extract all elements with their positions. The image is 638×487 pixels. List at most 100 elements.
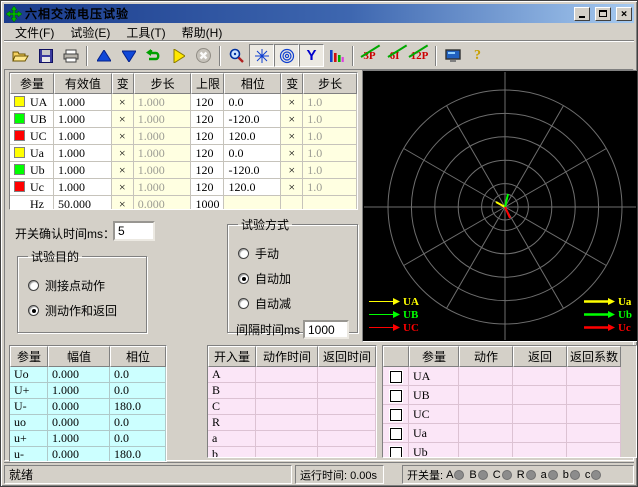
col-header-limit: 上限 xyxy=(191,73,224,94)
zoom-button[interactable] xyxy=(224,44,249,67)
phase-cell[interactable]: 0.0 xyxy=(224,145,281,162)
print-button[interactable] xyxy=(58,44,83,67)
confirm-time-input[interactable] xyxy=(113,221,155,241)
result-checkbox[interactable] xyxy=(390,428,402,440)
limit-cell[interactable]: 120 xyxy=(191,128,224,145)
source-legend-item: UC xyxy=(369,322,419,333)
vector-arrow-icon xyxy=(584,323,616,332)
vary-toggle-cell: × xyxy=(112,111,134,128)
open-button[interactable] xyxy=(8,44,33,67)
vector-label: Ub xyxy=(618,309,632,321)
channel-name-cell: b xyxy=(208,447,256,458)
save-button[interactable] xyxy=(33,44,58,67)
result-checkbox[interactable] xyxy=(390,390,402,402)
toolbar: Y 3P 6I 12P ? xyxy=(4,41,634,69)
test-mode-radio-button[interactable] xyxy=(238,273,249,284)
value-cell[interactable]: 1.000 xyxy=(54,128,112,145)
impedance-circle-toggle[interactable] xyxy=(274,44,299,67)
limit-cell[interactable]: 120 xyxy=(191,179,224,196)
value-cell[interactable]: 1.000 xyxy=(54,179,112,196)
mode-6i-button[interactable]: 6I xyxy=(382,44,407,67)
result-checkbox[interactable] xyxy=(390,371,402,383)
vector-polar-chart: UAUBUC UaUbUc xyxy=(362,70,638,342)
value-cell[interactable]: 50.000 xyxy=(54,196,112,210)
phase-cell[interactable]: 120.0 xyxy=(224,179,281,196)
value-cell[interactable]: 1.000 xyxy=(54,111,112,128)
mode-12p-button[interactable]: 12P xyxy=(407,44,432,67)
phase-cell[interactable]: 120.0 xyxy=(224,128,281,145)
sequence-value-cell: 0.0 xyxy=(110,383,166,399)
parameter-row: UC1.000×1.000120120.0×1.0 xyxy=(10,128,357,145)
value-cell[interactable]: 1.000 xyxy=(54,162,112,179)
parameter-name-cell: Uc xyxy=(10,179,54,196)
test-mode-radio-button[interactable] xyxy=(238,248,249,259)
return-time-cell xyxy=(318,415,376,431)
test-purpose-radio-button[interactable] xyxy=(28,280,39,291)
result-row: Ua xyxy=(383,424,621,443)
result-param-cell: UC xyxy=(409,405,459,424)
maximize-button[interactable] xyxy=(595,7,611,21)
limit-cell[interactable]: 120 xyxy=(191,111,224,128)
polar-legend-right: UaUbUc xyxy=(584,296,632,333)
open-folder-icon xyxy=(12,49,29,63)
menu-bar: 文件(F) 试验(E) 工具(T) 帮助(H) xyxy=(4,23,634,41)
limit-cell[interactable]: 120 xyxy=(191,94,224,111)
phase-cell xyxy=(224,196,281,210)
test-purpose-option[interactable]: 测接点动作 xyxy=(28,277,136,294)
col-header-phase: 相位 xyxy=(224,73,281,94)
test-mode-option[interactable]: 自动加 xyxy=(238,270,347,287)
result-checkbox[interactable] xyxy=(390,447,402,458)
return-time-cell xyxy=(318,383,376,399)
vector-y-toggle[interactable]: Y xyxy=(299,44,324,67)
phase-cell[interactable]: -120.0 xyxy=(224,162,281,179)
vary-toggle-cell: × xyxy=(281,145,303,162)
menu-file[interactable]: 文件(F) xyxy=(8,23,61,42)
switch-indicators: ABCRabc xyxy=(446,469,606,481)
run-button[interactable] xyxy=(166,44,191,67)
stop-button xyxy=(191,44,216,67)
result-checkbox[interactable] xyxy=(390,409,402,421)
title-bar: 六相交流电压试验 × xyxy=(4,4,634,23)
vector-rays-toggle[interactable] xyxy=(249,44,274,67)
test-mode-option[interactable]: 自动减 xyxy=(238,295,347,312)
vector-arrow-icon xyxy=(369,323,401,332)
step-cell: 1.0 xyxy=(303,179,357,196)
sequence-row: u+1.0000.0 xyxy=(10,431,166,447)
bar-graph-button[interactable] xyxy=(324,44,349,67)
phase-cell[interactable]: 0.0 xyxy=(224,94,281,111)
menu-test[interactable]: 试验(E) xyxy=(63,23,117,42)
sequence-value-cell: 0.000 xyxy=(48,447,110,462)
test-purpose-option[interactable]: 测动作和返回 xyxy=(28,302,136,319)
test-mode-radio-button[interactable] xyxy=(238,298,249,309)
reset-button[interactable] xyxy=(141,44,166,67)
result-coefficient-cell xyxy=(567,367,621,386)
result-header-check xyxy=(383,346,409,367)
result-action-cell xyxy=(459,424,513,443)
minimize-button[interactable] xyxy=(574,7,590,21)
parameter-label: Uc xyxy=(30,180,44,194)
vector-label: UA xyxy=(403,296,419,308)
menu-tools[interactable]: 工具(T) xyxy=(119,23,172,42)
limit-cell[interactable]: 120 xyxy=(191,145,224,162)
menu-help[interactable]: 帮助(H) xyxy=(175,23,230,42)
value-cell[interactable]: 1.000 xyxy=(54,94,112,111)
close-button[interactable]: × xyxy=(616,7,632,21)
phase-cell[interactable]: -120.0 xyxy=(224,111,281,128)
parameter-name-cell: UB xyxy=(10,111,54,128)
binary-input-row: a xyxy=(208,431,376,447)
switch-state-dot xyxy=(526,470,536,480)
step-cell xyxy=(303,196,357,210)
result-return-cell xyxy=(513,367,567,386)
mode-3p-button[interactable]: 3P xyxy=(357,44,382,67)
play-icon xyxy=(173,49,185,63)
value-cell[interactable]: 1.000 xyxy=(54,145,112,162)
test-purpose-radio-button[interactable] xyxy=(28,305,39,316)
step-down-button[interactable] xyxy=(116,44,141,67)
test-mode-option[interactable]: 手动 xyxy=(238,245,347,262)
limit-cell[interactable]: 1000 xyxy=(191,196,224,210)
help-button[interactable]: ? xyxy=(465,44,490,67)
device-button[interactable] xyxy=(440,44,465,67)
limit-cell[interactable]: 120 xyxy=(191,162,224,179)
interval-input[interactable] xyxy=(303,320,349,339)
step-up-button[interactable] xyxy=(91,44,116,67)
